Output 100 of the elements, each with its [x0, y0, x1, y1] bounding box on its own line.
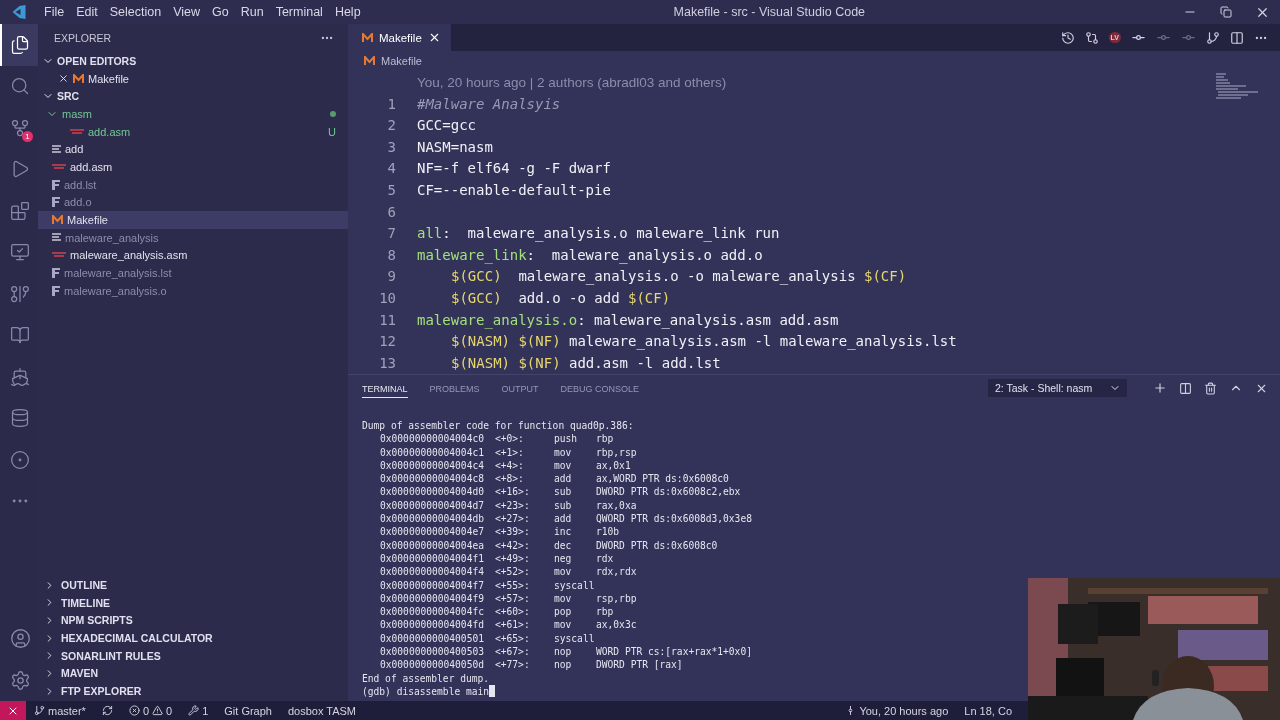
explorer-entry[interactable]: Makefile	[38, 211, 348, 229]
split-icon[interactable]	[1230, 30, 1244, 45]
close-icon[interactable]	[58, 73, 69, 85]
explorer-entry[interactable]: add.o	[38, 193, 348, 212]
menu-item[interactable]: Help	[328, 5, 367, 19]
code-line: CF=--enable-default-pie	[417, 180, 611, 200]
section-header[interactable]: OPEN EDITORS	[38, 52, 348, 70]
menu-item[interactable]: Go	[206, 5, 235, 19]
terminal-line: End of assembler dump.	[362, 671, 491, 685]
line-number: 4	[386, 159, 397, 179]
line-number: 11	[378, 310, 397, 330]
tools-status[interactable]: 1	[180, 704, 217, 717]
terminal-line: 0x00000000004004db <+27>: add QWORD PTR ds:0x6008d3,0x3e8	[379, 512, 753, 526]
terminal-line: 0x00000000004004e7 <+39>: inc r10b	[379, 525, 621, 539]
code-line: all: maleware_analysis.o maleware_link run	[417, 224, 780, 244]
terminal-line: 0x00000000004004d7 <+23>: sub rax,0xa	[379, 498, 638, 513]
git-status: U	[328, 125, 336, 138]
remote-button[interactable]	[0, 701, 26, 720]
graph-icon[interactable]	[10, 283, 30, 304]
code-line: NF=-f elf64 -g -F dwarf	[417, 159, 611, 179]
search-icon[interactable]	[10, 76, 30, 97]
code-line: $(GCC) maleware_analysis.o -o maleware_analysis $(CF)	[450, 267, 907, 287]
line-number: 2	[386, 116, 397, 136]
menu-item[interactable]: Run	[234, 5, 270, 19]
status-item[interactable]: dosbox TASM	[279, 704, 365, 717]
section-header[interactable]: FTP EXPLORER	[38, 682, 348, 700]
menu-item[interactable]: Terminal	[269, 5, 329, 19]
window-title: Makefile - src - Visual Studio Code	[672, 5, 867, 19]
explorer-entry[interactable]: maleware_analysis.o	[38, 281, 348, 300]
section-header[interactable]: SONARLINT RULES	[38, 646, 348, 665]
line-number: 6	[386, 202, 397, 222]
menu-item[interactable]: File	[38, 5, 71, 19]
activity-button[interactable]	[0, 24, 38, 66]
compare-icon[interactable]	[1084, 30, 1099, 45]
account-icon[interactable]	[9, 628, 31, 650]
database-icon[interactable]	[10, 408, 30, 429]
status-item[interactable]: Git Graph	[216, 704, 280, 717]
asm-file-icon	[52, 251, 66, 260]
error-icon	[128, 705, 140, 716]
split-icon[interactable]	[1179, 381, 1192, 395]
explorer-entry[interactable]: add	[38, 140, 348, 159]
panel-tab[interactable]: PROBLEMS	[429, 378, 480, 398]
blocks-icon[interactable]	[10, 200, 30, 221]
m-letter-icon	[52, 215, 63, 226]
problems-status[interactable]: 0 0	[120, 704, 181, 717]
breadcrumb[interactable]: Makefile	[381, 54, 422, 67]
activity-button[interactable]: 1	[0, 107, 38, 149]
menu-item[interactable]: Edit	[70, 5, 104, 19]
explorer-entry[interactable]: add.asm U	[38, 122, 348, 141]
section-header[interactable]: TIMELINE	[38, 593, 348, 612]
branch-icon[interactable]	[10, 117, 30, 138]
circle-icon[interactable]	[10, 449, 30, 470]
settings-icon[interactable]	[9, 669, 31, 691]
m-letter-icon	[362, 32, 373, 43]
open-editor-item[interactable]: Makefile	[38, 69, 348, 88]
section-header[interactable]: MAVEN	[38, 664, 348, 683]
code-line: $(NASM) $(NF) maleware_analysis.asm -l maleware_analysis.lst	[450, 332, 957, 352]
trash-icon[interactable]	[1204, 381, 1217, 395]
line-number: 7	[386, 224, 397, 244]
status-item[interactable]: Ln 18, Co	[956, 704, 1020, 717]
explorer-entry[interactable]: maleware_analysis.asm	[38, 246, 348, 265]
section-header[interactable]: SRC	[38, 87, 348, 106]
explorer-entry[interactable]: add.lst	[38, 175, 348, 194]
branch-icon	[34, 705, 45, 716]
terminal-select[interactable]: 2: Task - Shell: nasm	[988, 379, 1127, 397]
editor-tab[interactable]: Makefile	[348, 24, 451, 51]
panel-tab[interactable]: OUTPUT	[501, 378, 539, 398]
terminal-line: 0x00000000004004c4 <+4>: mov ax,0x1	[379, 458, 632, 473]
history-icon[interactable]	[1060, 30, 1075, 45]
book-icon[interactable]	[10, 325, 30, 346]
app-logo-icon	[12, 5, 26, 19]
count-badge: 1	[22, 130, 33, 142]
terminal-line: 0x00000000004004fd <+61>: mov ax,0x3c	[379, 618, 638, 632]
explorer-entry[interactable]: add.asm	[38, 158, 348, 176]
menu-item[interactable]: Selection	[103, 5, 168, 19]
code-line: NASM=nasm	[417, 137, 493, 157]
files-icon[interactable]	[10, 34, 30, 55]
terminal-line: 0x00000000004004fc <+60>: pop rbp	[379, 605, 615, 619]
explorer-entry[interactable]: maleware_analysis	[38, 228, 348, 247]
monitor-icon[interactable]	[10, 242, 30, 263]
terminal-prompt[interactable]: (gdb) disassemble main	[362, 684, 490, 699]
asm-file-icon	[70, 127, 84, 136]
section-header[interactable]: HEXADECIMAL CALCULATOR	[38, 629, 348, 647]
code-line: GCC=gcc	[417, 116, 476, 136]
section-header[interactable]: NPM SCRIPTS	[38, 611, 348, 630]
explorer-entry[interactable]: maleware_analysis.lst	[38, 264, 348, 282]
branch-icon[interactable]	[1206, 30, 1220, 45]
file-icon	[52, 197, 60, 208]
wrench-icon	[188, 705, 200, 716]
blame-status[interactable]: You, 20 hours ago	[837, 704, 957, 717]
section-header[interactable]: OUTLINE	[38, 576, 348, 594]
branch-status[interactable]: master*	[26, 704, 94, 717]
folder-entry[interactable]: masm	[38, 105, 348, 123]
panel-tab[interactable]: TERMINAL	[362, 378, 408, 398]
code-line: maleware_link: maleware_analysis.o add.o	[417, 245, 763, 266]
ship-icon[interactable]	[10, 366, 30, 387]
plus-icon[interactable]	[1153, 381, 1167, 395]
panel-tab[interactable]: DEBUG CONSOLE	[560, 378, 640, 398]
dot-icon	[330, 110, 336, 117]
menu-item[interactable]: View	[167, 5, 206, 19]
